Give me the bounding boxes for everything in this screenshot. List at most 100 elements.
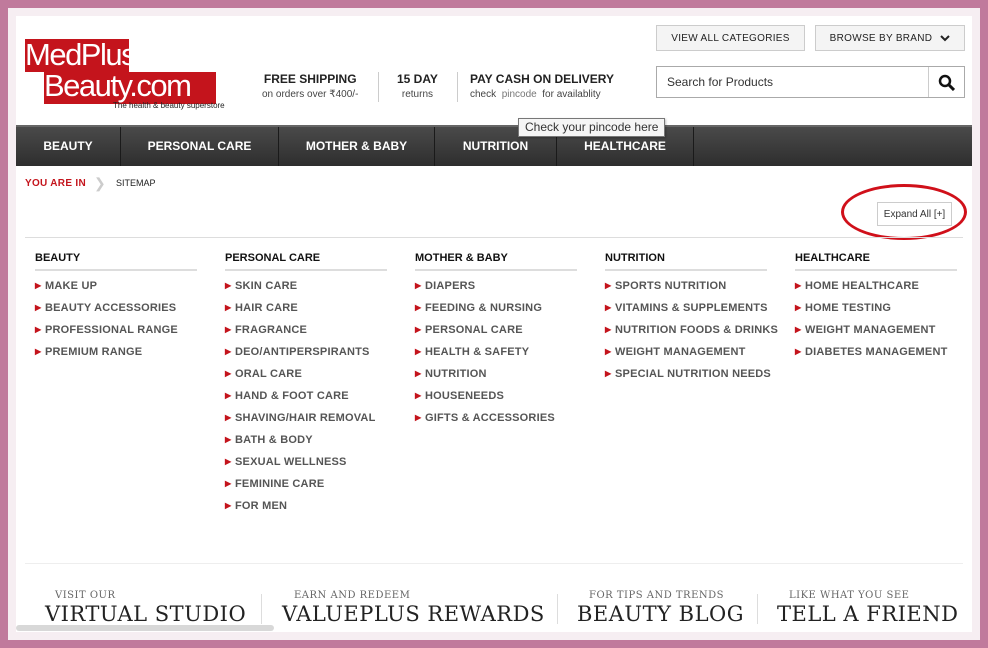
promo-tell-a-friend[interactable]: LIKE WHAT YOU SEE TELL A FRIEND	[777, 590, 958, 626]
triangle-right-icon: ▶	[35, 325, 42, 334]
sitemap-list: ▶ SPORTS NUTRITION ▶ VITAMINS & SUPPLEMENTS…	[605, 275, 778, 385]
promo-virtual-studio[interactable]: VISIT OUR VIRTUAL STUDIO	[45, 590, 246, 626]
triangle-right-icon: ▶	[605, 347, 612, 356]
promo-beauty-blog[interactable]: FOR TIPS AND TRENDS BEAUTY BLOG	[577, 590, 744, 626]
sitemap-link-label: GIFTS & ACCESSORIES	[425, 412, 555, 424]
sitemap-link[interactable]: ▶ SEXUAL WELLNESS	[225, 451, 387, 473]
triangle-right-icon: ▶	[225, 457, 232, 466]
usp-sub: check pincode for availablity	[470, 89, 614, 100]
triangle-right-icon: ▶	[605, 369, 612, 378]
sitemap-link[interactable]: ▶ FOR MEN	[225, 495, 387, 517]
sitemap-link[interactable]: ▶ WEIGHT MANAGEMENT	[795, 319, 957, 341]
sitemap-link-label: VITAMINS & SUPPLEMENTS	[615, 302, 768, 314]
sitemap-list: ▶ DIAPERS ▶ FEEDING & NURSING ▶ PERSONAL CARE…	[415, 275, 577, 429]
sitemap-link[interactable]: ▶ MAKE UP	[35, 275, 197, 297]
sitemap-link[interactable]: ▶ PREMIUM RANGE	[35, 341, 197, 363]
sitemap-list: ▶ MAKE UP ▶ BEAUTY ACCESSORIES ▶ PROFESSIONAL…	[35, 275, 197, 363]
sitemap-link[interactable]: ▶ HOME HEALTHCARE	[795, 275, 957, 297]
sitemap-link[interactable]: ▶ VITAMINS & SUPPLEMENTS	[605, 297, 768, 319]
sitemap-link-label: HAIR CARE	[235, 302, 298, 314]
triangle-right-icon: ▶	[415, 347, 422, 356]
sitemap-link[interactable]: ▶ FRAGRANCE	[225, 319, 387, 341]
sitemap-list: ▶ SKIN CARE ▶ HAIR CARE ▶ FRAGRANCE ▶ DEO/ANTIP…	[225, 275, 387, 517]
usp-sub: returns	[401, 89, 434, 100]
sitemap-link[interactable]: ▶ FEEDING & NURSING	[415, 297, 577, 319]
nav-personal-care[interactable]: PERSONAL CARE	[121, 127, 278, 166]
sitemap-link[interactable]: ▶ HAIR CARE	[225, 297, 387, 319]
sitemap-link[interactable]: ▶ FEMININE CARE	[225, 473, 387, 495]
usp-divider	[457, 72, 458, 102]
triangle-right-icon: ▶	[225, 501, 232, 510]
sitemap-link-label: HOUSENEEDS	[425, 390, 505, 402]
logo[interactable]: MedPlus Beauty.com The health & beauty s…	[25, 37, 225, 111]
triangle-right-icon: ▶	[225, 479, 232, 488]
triangle-right-icon: ▶	[415, 369, 422, 378]
sitemap-column-healthcare: HEALTHCARE ▶ HOME HEALTHCARE ▶ HOME TESTING…	[795, 252, 957, 363]
triangle-right-icon: ▶	[605, 325, 612, 334]
triangle-right-icon: ▶	[225, 281, 232, 290]
browse-by-brand-button[interactable]: BROWSE BY BRAND	[815, 25, 965, 51]
nav-beauty[interactable]: BEAUTY	[16, 127, 120, 166]
sitemap-column-title[interactable]: BEAUTY	[35, 252, 197, 271]
sitemap-column-title[interactable]: NUTRITION	[605, 252, 767, 271]
sitemap-link-label: PERSONAL CARE	[425, 324, 523, 336]
sitemap-link[interactable]: ▶ BEAUTY ACCESSORIES	[35, 297, 197, 319]
usp-divider	[378, 72, 379, 102]
logo-tagline: The health & beauty superstore	[113, 101, 225, 110]
sitemap-link[interactable]: ▶ HAND & FOOT CARE	[225, 385, 387, 407]
sitemap-link[interactable]: ▶ HOUSENEEDS	[415, 385, 577, 407]
sitemap-link[interactable]: ▶ HEALTH & SAFETY	[415, 341, 577, 363]
sitemap-link[interactable]: ▶ WEIGHT MANAGEMENT	[605, 341, 767, 363]
triangle-right-icon: ▶	[795, 281, 802, 290]
sitemap-link[interactable]: ▶ PROFESSIONAL RANGE	[35, 319, 197, 341]
search-button[interactable]	[928, 67, 964, 97]
triangle-right-icon: ▶	[225, 369, 232, 378]
sitemap-link-label: SPECIAL NUTRITION NEEDS	[615, 368, 771, 380]
sitemap-link[interactable]: ▶ DEO/ANTIPERSPIRANTS	[225, 341, 387, 363]
usp-title: 15 DAY	[397, 72, 438, 86]
sitemap-link-label: NUTRITION	[425, 368, 487, 380]
breadcrumb-label: YOU ARE IN	[25, 178, 86, 189]
nav-mother-baby[interactable]: MOTHER & BABY	[279, 127, 434, 166]
sitemap-column-title[interactable]: MOTHER & BABY	[415, 252, 577, 271]
sitemap-link[interactable]: ▶ SPORTS NUTRITION	[605, 275, 767, 297]
sitemap-column-title[interactable]: HEALTHCARE	[795, 252, 957, 271]
view-all-categories-button[interactable]: VIEW ALL CATEGORIES	[656, 25, 805, 51]
page: MedPlus Beauty.com The health & beauty s…	[16, 16, 972, 632]
sitemap-link[interactable]: ▶ SHAVING/HAIR REMOVAL	[225, 407, 387, 429]
sitemap-link-label: SEXUAL WELLNESS	[235, 456, 347, 468]
search-icon	[938, 74, 955, 91]
sitemap-link[interactable]: ▶ PERSONAL CARE	[415, 319, 577, 341]
sitemap-link-label: DEO/ANTIPERSPIRANTS	[235, 346, 370, 358]
triangle-right-icon: ▶	[415, 303, 422, 312]
sitemap-link[interactable]: ▶ NUTRITION	[415, 363, 577, 385]
sitemap-link-label: FRAGRANCE	[235, 324, 308, 336]
search-input[interactable]: Search for Products	[667, 75, 773, 89]
horizontal-scrollbar[interactable]	[16, 625, 274, 631]
triangle-right-icon: ▶	[225, 303, 232, 312]
nav-divider	[693, 127, 694, 166]
sitemap-link[interactable]: ▶ SPECIAL NUTRITION NEEDS	[605, 363, 771, 385]
promo-divider	[557, 594, 558, 624]
sitemap-link[interactable]: ▶ GIFTS & ACCESSORIES	[415, 407, 577, 429]
sitemap-link[interactable]: ▶ ORAL CARE	[225, 363, 387, 385]
sitemap-link-label: WEIGHT MANAGEMENT	[615, 346, 746, 358]
pincode-link[interactable]: pincode	[502, 89, 537, 100]
sitemap-list: ▶ HOME HEALTHCARE ▶ HOME TESTING ▶ WEIGHT MAN…	[795, 275, 957, 363]
search-box: Search for Products	[656, 66, 965, 98]
promo-valueplus-rewards[interactable]: EARN AND REDEEM VALUEPLUS REWARDS	[282, 590, 545, 626]
sitemap-column-title[interactable]: PERSONAL CARE	[225, 252, 387, 271]
chevron-down-icon	[940, 35, 951, 42]
sitemap-link[interactable]: ▶ SKIN CARE	[225, 275, 387, 297]
triangle-right-icon: ▶	[35, 303, 42, 312]
sitemap-link[interactable]: ▶ HOME TESTING	[795, 297, 957, 319]
sitemap-link[interactable]: ▶ DIABETES MANAGEMENT	[795, 341, 957, 363]
sitemap-link[interactable]: ▶ BATH & BODY	[225, 429, 387, 451]
sitemap-link[interactable]: ▶ NUTRITION FOODS & DRINKS	[605, 319, 778, 341]
sitemap-link-label: SKIN CARE	[235, 280, 298, 292]
promo-caption: VISIT OUR	[55, 590, 116, 601]
sitemap-link[interactable]: ▶ DIAPERS	[415, 275, 577, 297]
sitemap-link-label: PREMIUM RANGE	[45, 346, 143, 358]
usp-sub-post: for availablity	[542, 89, 601, 100]
triangle-right-icon: ▶	[795, 303, 802, 312]
